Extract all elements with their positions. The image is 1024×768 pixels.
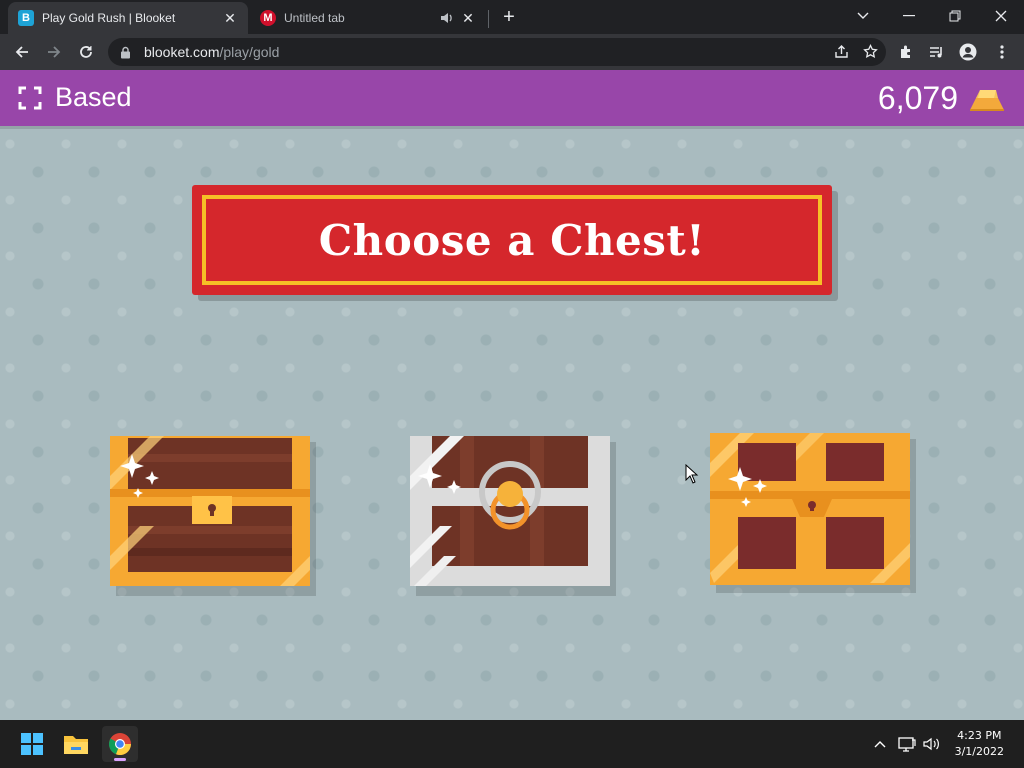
browser-toolbar: blooket.com/play/gold <box>0 34 1024 70</box>
menu-kebab-icon[interactable] <box>992 42 1012 62</box>
gold-count: 6,079 <box>877 80 958 116</box>
new-tab-button[interactable]: + <box>498 6 520 28</box>
restore-icon[interactable] <box>932 0 978 32</box>
media-controls-icon[interactable] <box>926 42 946 62</box>
tray-chevron-up-icon[interactable] <box>870 734 890 754</box>
clock-time: 4:23 PM <box>957 729 1002 742</box>
fullscreen-icon[interactable] <box>18 86 42 110</box>
file-explorer-icon[interactable] <box>58 726 94 762</box>
close-tab-icon[interactable]: ✕ <box>222 10 238 26</box>
mouse-cursor-icon <box>685 463 699 484</box>
url-path: /play/gold <box>219 44 280 60</box>
share-icon[interactable] <box>834 44 849 62</box>
back-icon[interactable] <box>8 38 36 66</box>
audio-playing-icon[interactable] <box>440 12 454 24</box>
tab-second[interactable]: M Untitled tab ✕ <box>250 2 486 34</box>
gold-chest[interactable] <box>710 433 916 593</box>
system-clock[interactable]: 4:23 PM 3/1/2022 <box>955 728 1004 760</box>
reload-icon[interactable] <box>72 38 100 66</box>
choose-chest-banner: Choose a Chest! <box>192 185 832 295</box>
running-indicator <box>114 758 126 761</box>
mega-favicon-icon: M <box>260 10 276 26</box>
start-icon[interactable] <box>14 726 50 762</box>
tab-blooket[interactable]: B Play Gold Rush | Blooket ✕ <box>8 2 248 34</box>
silver-chest[interactable] <box>410 436 616 596</box>
forward-icon[interactable] <box>40 38 68 66</box>
wooden-chest[interactable] <box>110 436 316 596</box>
windows-taskbar: 4:23 PM 3/1/2022 <box>0 720 1024 768</box>
tab-title: Play Gold Rush | Blooket <box>42 11 176 25</box>
close-tab-icon[interactable]: ✕ <box>460 10 476 26</box>
lock-icon[interactable] <box>120 45 134 59</box>
banner-title: Choose a Chest! <box>318 215 706 265</box>
tab-title: Untitled tab <box>284 11 345 25</box>
address-bar[interactable]: blooket.com/play/gold <box>108 38 886 66</box>
profile-avatar-icon[interactable] <box>958 42 978 62</box>
chrome-icon[interactable] <box>102 726 138 762</box>
game-page: Based 6,079 Choose a Chest! <box>0 70 1024 720</box>
gold-bars-icon <box>966 84 1006 114</box>
network-icon[interactable] <box>897 734 917 754</box>
player-name: Based <box>55 82 132 112</box>
blooket-favicon-icon: B <box>18 10 34 26</box>
clock-date: 3/1/2022 <box>954 745 1004 758</box>
volume-icon[interactable] <box>922 734 942 754</box>
game-header: Based 6,079 <box>0 70 1024 126</box>
extensions-icon[interactable] <box>896 42 916 62</box>
tab-strip: B Play Gold Rush | Blooket ✕ M Untitled … <box>0 0 1024 34</box>
tab-search-icon[interactable] <box>840 0 886 32</box>
minimize-icon[interactable] <box>886 0 932 32</box>
tab-divider <box>488 10 489 28</box>
bookmark-star-icon[interactable] <box>863 43 878 62</box>
close-window-icon[interactable] <box>978 0 1024 32</box>
url-domain: blooket.com <box>144 44 220 60</box>
banner-border: Choose a Chest! <box>202 195 822 285</box>
